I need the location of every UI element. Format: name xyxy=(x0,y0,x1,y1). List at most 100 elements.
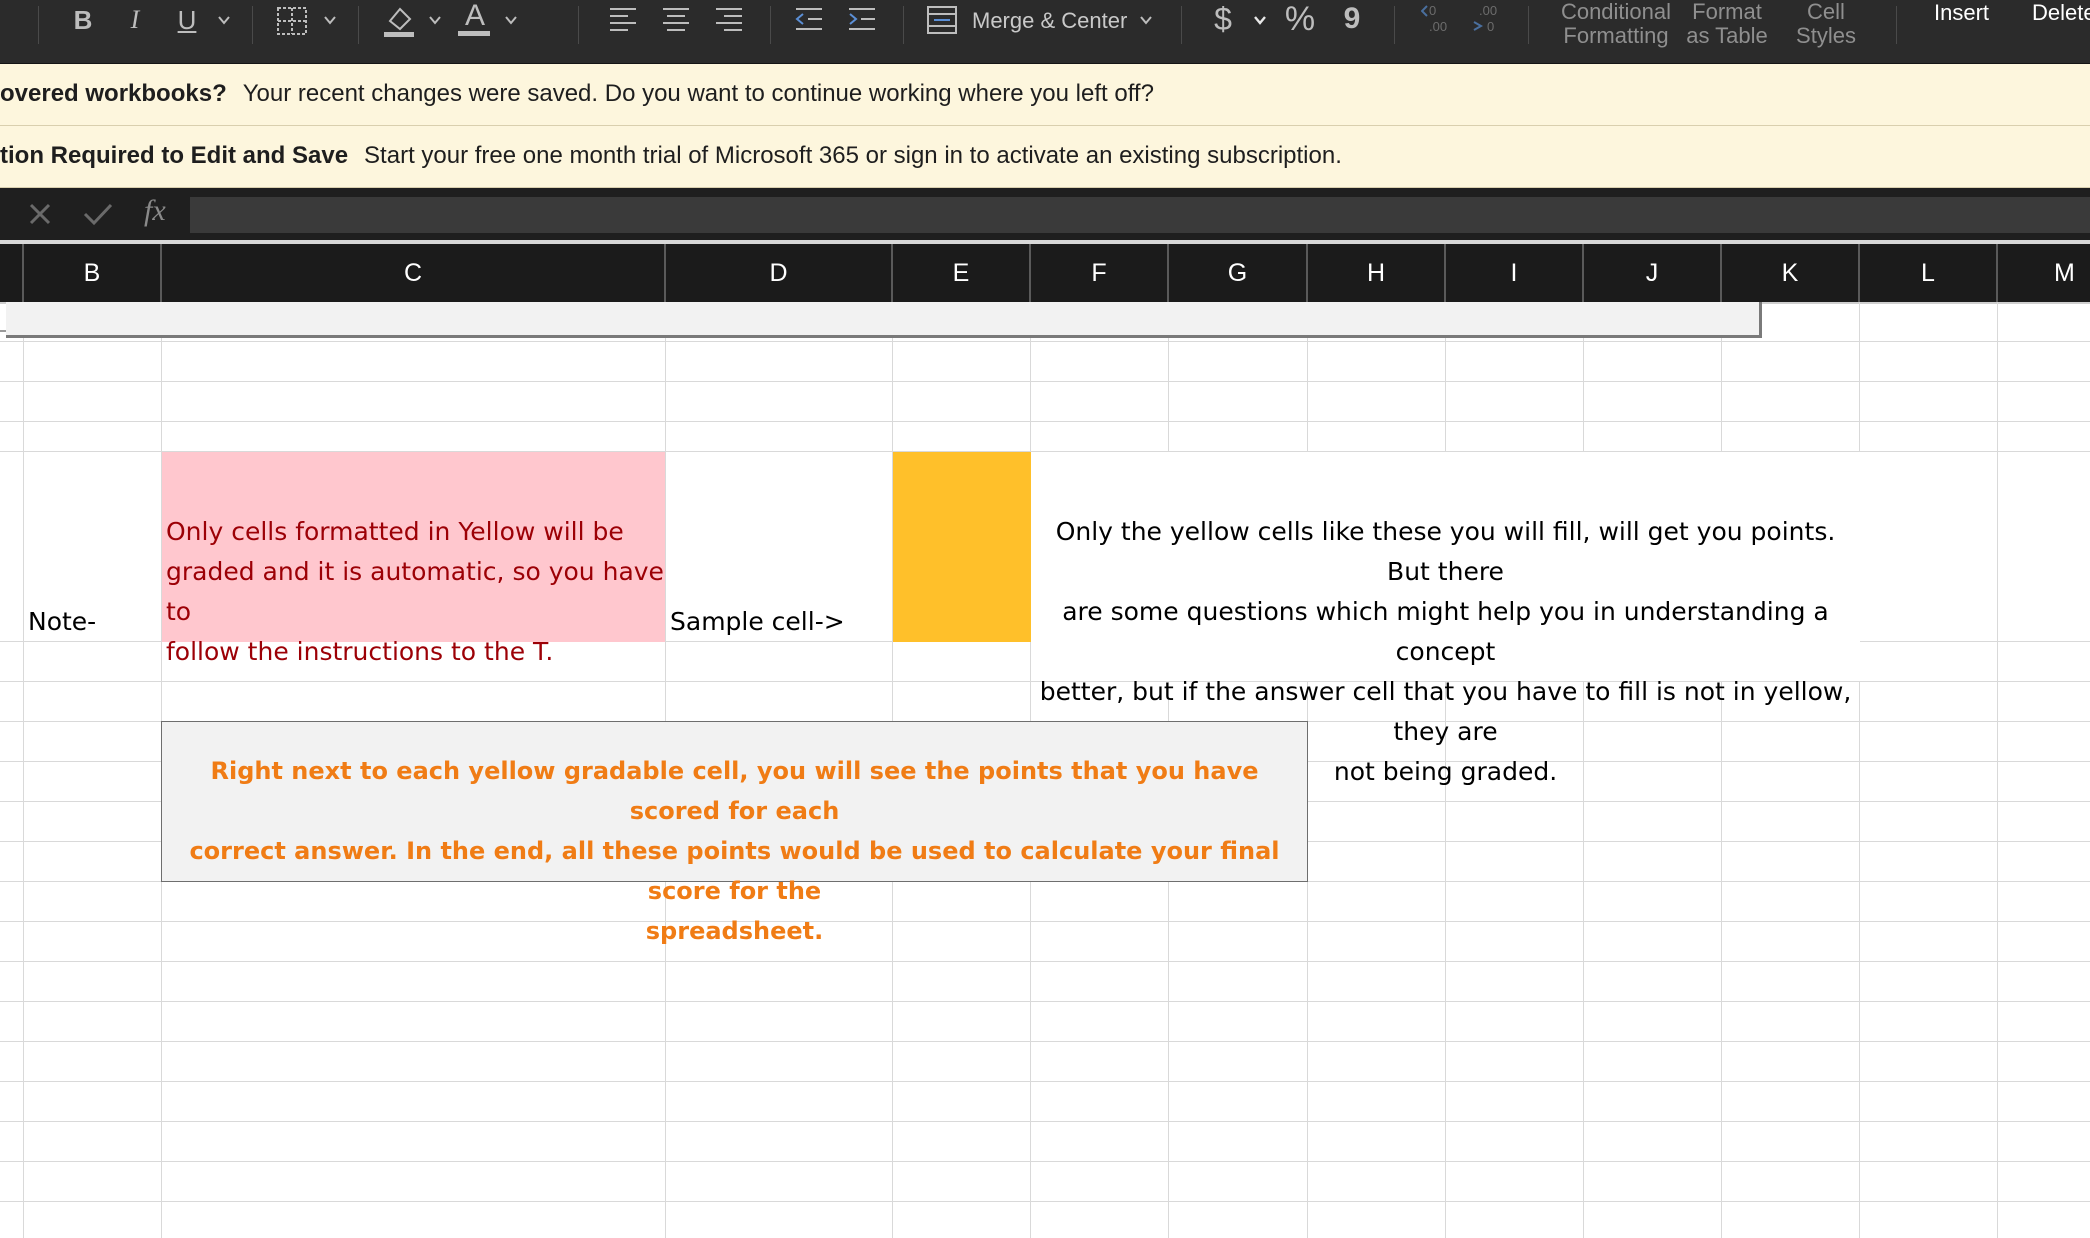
conditional-formatting-button[interactable]: Conditional Formatting xyxy=(1554,0,1678,48)
underline-button[interactable]: U xyxy=(170,2,204,38)
ribbon-separator xyxy=(1528,6,1529,44)
column-header-b[interactable]: B xyxy=(24,244,162,302)
chevron-down-icon[interactable] xyxy=(1140,16,1152,25)
column-header-c[interactable]: C xyxy=(162,244,666,302)
column-header-j[interactable]: J xyxy=(1584,244,1722,302)
format-as-table-line2: as Table xyxy=(1686,23,1768,48)
activation-required-text: Start your free one month trial of Micro… xyxy=(364,142,1342,169)
pink-instruction-line: graded and it is automatic, so you have … xyxy=(166,557,664,626)
pink-instruction-line: Only cells formatted in Yellow will be xyxy=(166,517,624,546)
ribbon-separator xyxy=(38,6,39,44)
percent-button[interactable]: % xyxy=(1280,0,1320,38)
points-info-box[interactable]: Right next to each yellow gradable cell,… xyxy=(161,721,1308,945)
explanation-line: Only the yellow cells like these you wil… xyxy=(1055,517,1836,586)
column-header-k[interactable]: K xyxy=(1722,244,1860,302)
conditional-formatting-line2: Formatting xyxy=(1563,23,1669,48)
grid-row-line xyxy=(0,1001,2090,1002)
sample-cell-label[interactable]: Sample cell-> xyxy=(670,607,845,636)
activation-required-bar: tion Required to Edit and Save Start your… xyxy=(0,126,2090,188)
column-header-m[interactable]: M xyxy=(1998,244,2090,302)
sample-yellow-cell[interactable] xyxy=(893,452,1031,642)
insert-function-button[interactable]: fx xyxy=(144,194,166,228)
grid-row-line xyxy=(0,421,2090,422)
note-label-cell[interactable]: Note- xyxy=(28,607,96,636)
increase-decimal-icon[interactable]: 0.00 xyxy=(1420,2,1454,36)
enter-check-icon[interactable] xyxy=(82,200,114,228)
pink-instruction-cell[interactable]: Only cells formatted in Yellow will be g… xyxy=(162,452,665,666)
ribbon-separator xyxy=(252,6,253,44)
ribbon-separator xyxy=(358,6,359,44)
borders-icon[interactable] xyxy=(274,4,310,38)
fill-color-icon[interactable] xyxy=(380,2,418,38)
cell-styles-line2: Styles xyxy=(1796,23,1856,48)
cell-styles-line1: Cell xyxy=(1807,0,1845,24)
column-header-h[interactable]: H xyxy=(1308,244,1446,302)
column-header-e[interactable]: E xyxy=(893,244,1031,302)
header-banner-cell[interactable] xyxy=(6,302,1762,338)
grid-col-line xyxy=(23,302,24,1238)
grid-row-line xyxy=(0,1161,2090,1162)
cell-grid[interactable]: Note- Only cells formatted in Yellow wil… xyxy=(0,302,2090,1238)
recovered-workbooks-bar: overed workbooks? Your recent changes wer… xyxy=(0,64,2090,126)
currency-button[interactable]: $ xyxy=(1208,0,1238,38)
comma-style-button[interactable]: 9 xyxy=(1338,0,1366,38)
activation-required-title: tion Required to Edit and Save xyxy=(0,142,349,169)
grid-row-line xyxy=(0,1041,2090,1042)
grid-row-line xyxy=(0,341,2090,342)
ribbon-separator xyxy=(1896,6,1897,44)
ribbon-separator xyxy=(1181,6,1182,44)
grid-row-line xyxy=(0,1201,2090,1202)
banner-edge-mark xyxy=(0,330,6,332)
points-info-line: spreadsheet. xyxy=(645,917,824,945)
align-left-icon[interactable] xyxy=(606,4,640,34)
font-color-swatch xyxy=(458,31,490,36)
column-header-f[interactable]: F xyxy=(1031,244,1169,302)
delete-button[interactable]: Delete xyxy=(2032,0,2090,26)
chevron-down-icon[interactable] xyxy=(218,16,230,25)
column-header-edge[interactable] xyxy=(0,244,24,302)
grid-col-line xyxy=(1997,302,1998,1238)
increase-indent-icon[interactable] xyxy=(845,4,879,34)
points-info-line: Right next to each yellow gradable cell,… xyxy=(210,757,1259,825)
column-header-i[interactable]: I xyxy=(1446,244,1584,302)
merge-center-icon[interactable] xyxy=(924,4,960,36)
font-color-button[interactable]: A xyxy=(456,0,494,34)
format-as-table-button[interactable]: Format as Table xyxy=(1682,0,1772,48)
ribbon-separator xyxy=(903,6,904,44)
conditional-formatting-line1: Conditional xyxy=(1560,0,1672,24)
chevron-down-icon[interactable] xyxy=(1254,16,1266,25)
svg-text:.00: .00 xyxy=(1429,19,1447,34)
svg-text:.00: .00 xyxy=(1479,3,1497,18)
italic-button[interactable]: I xyxy=(118,2,152,38)
recovered-workbooks-text: Your recent changes were saved. Do you w… xyxy=(242,80,1154,107)
formula-bar: fx xyxy=(0,188,2090,244)
insert-button[interactable]: Insert xyxy=(1934,0,1989,26)
bold-button[interactable]: B xyxy=(66,2,100,38)
ribbon-toolbar: B I U A Merge & Center $ % 9 0.00 .00 0 … xyxy=(0,0,2090,64)
grid-row-line xyxy=(0,1121,2090,1122)
explanation-line: are some questions which might help you … xyxy=(1062,597,1829,666)
decrease-decimal-icon[interactable]: .00 0 xyxy=(1470,2,1504,36)
align-right-icon[interactable] xyxy=(712,4,746,34)
formula-input[interactable] xyxy=(190,197,2090,233)
explanation-cell[interactable]: Only the yellow cells like these you wil… xyxy=(1031,452,1860,786)
column-header-d[interactable]: D xyxy=(666,244,893,302)
ribbon-separator xyxy=(578,6,579,44)
cancel-icon[interactable] xyxy=(26,200,54,228)
column-header-g[interactable]: G xyxy=(1169,244,1308,302)
align-center-icon[interactable] xyxy=(659,4,693,34)
column-header-row: B C D E F G H I J K L M xyxy=(0,244,2090,304)
recovered-workbooks-title: overed workbooks? xyxy=(0,80,227,107)
column-header-l[interactable]: L xyxy=(1860,244,1998,302)
decrease-indent-icon[interactable] xyxy=(792,4,826,34)
ribbon-separator xyxy=(770,6,771,44)
chevron-down-icon[interactable] xyxy=(505,16,517,25)
chevron-down-icon[interactable] xyxy=(324,16,336,25)
format-as-table-line1: Format xyxy=(1692,0,1762,24)
merge-center-button[interactable]: Merge & Center xyxy=(972,8,1127,34)
chevron-down-icon[interactable] xyxy=(429,16,441,25)
cell-styles-button[interactable]: Cell Styles xyxy=(1786,0,1866,48)
pink-instruction-line: follow the instructions to the T. xyxy=(166,637,554,666)
svg-text:0: 0 xyxy=(1429,3,1436,18)
svg-text:0: 0 xyxy=(1487,19,1494,34)
